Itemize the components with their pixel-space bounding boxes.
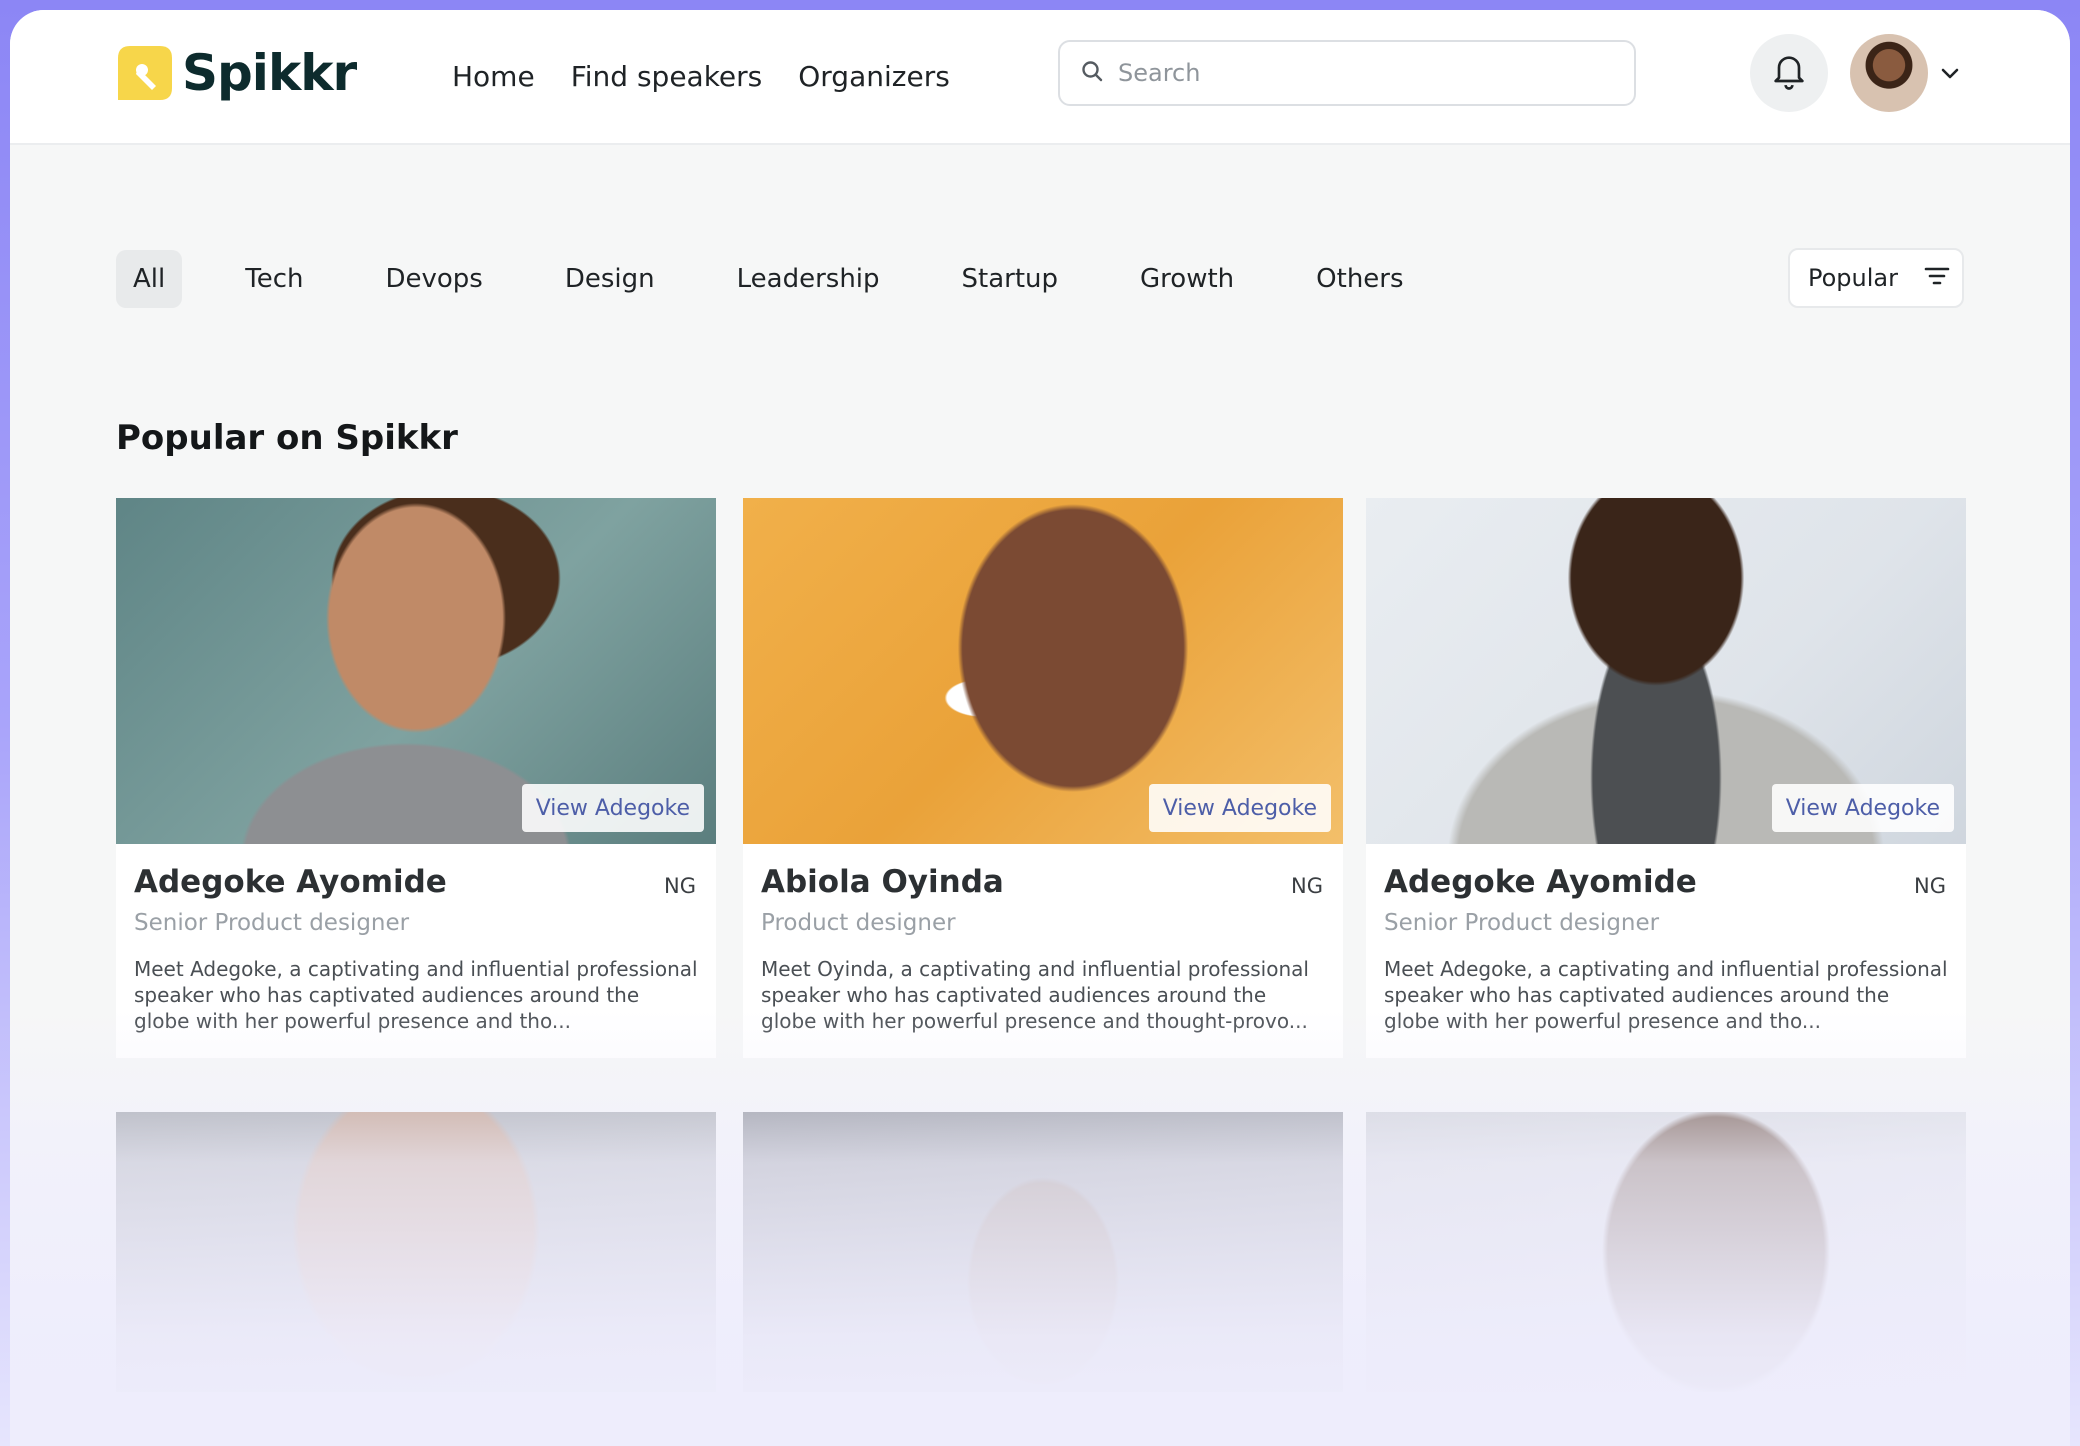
brand-name: Spikkr [182, 44, 357, 102]
brand-logo[interactable]: Spikkr [116, 44, 357, 102]
logo-mark-icon [116, 44, 174, 102]
chevron-down-icon[interactable] [1940, 66, 1960, 85]
speaker-photo: View Adegoke [743, 498, 1343, 844]
speaker-bio: Meet Oyinda, a captivating and influenti… [761, 957, 1309, 1033]
top-header: Spikkr Home Find speakers Organizers [10, 10, 2070, 145]
speaker-card[interactable]: View Adegoke Abiola Oyinda NG Product de… [743, 498, 1343, 1058]
view-speaker-button[interactable]: View Adegoke [1771, 784, 1954, 832]
speaker-name: Adegoke Ayomide [1384, 864, 1697, 900]
filter-design[interactable]: Design [548, 250, 672, 308]
filter-all[interactable]: All [116, 250, 183, 308]
speaker-card[interactable]: View Adegoke Adegoke Ayomide NG Senior P… [116, 498, 716, 1058]
speaker-name: Abiola Oyinda [761, 864, 1004, 900]
speaker-bio: Meet Adegoke, a captivating and influent… [1384, 957, 1948, 1033]
filter-startup[interactable]: Startup [945, 250, 1076, 308]
speaker-photo: View Adegoke [116, 498, 716, 844]
speaker-country: NG [664, 874, 696, 898]
search-box[interactable] [1058, 40, 1636, 106]
category-filters: All Tech Devops Design Leadership Startu… [116, 250, 1469, 308]
speaker-card[interactable] [1366, 1112, 1966, 1392]
nav-home[interactable]: Home [452, 60, 535, 93]
filter-tech[interactable]: Tech [228, 250, 320, 308]
speaker-info: Adegoke Ayomide NG Senior Product design… [116, 844, 716, 1058]
nav-find-speakers[interactable]: Find speakers [571, 60, 763, 93]
speaker-role: Product designer [761, 910, 956, 936]
section-title: Popular on Spikkr [116, 418, 458, 458]
filter-growth[interactable]: Growth [1123, 250, 1251, 308]
speaker-role: Senior Product designer [134, 910, 410, 936]
nav-organizers[interactable]: Organizers [798, 60, 950, 93]
filter-leadership[interactable]: Leadership [720, 250, 897, 308]
speaker-card[interactable] [743, 1112, 1343, 1392]
speaker-country: NG [1291, 874, 1323, 898]
speaker-card[interactable] [116, 1112, 716, 1392]
sort-dropdown[interactable]: Popular [1788, 248, 1964, 308]
main-nav: Home Find speakers Organizers [452, 60, 950, 93]
speaker-country: NG [1914, 874, 1946, 898]
filter-others[interactable]: Others [1299, 250, 1420, 308]
filter-devops[interactable]: Devops [368, 250, 499, 308]
speaker-role: Senior Product designer [1384, 910, 1660, 936]
speaker-name: Adegoke Ayomide [134, 864, 447, 900]
speaker-info: Adegoke Ayomide NG Senior Product design… [1366, 844, 1966, 1058]
app-window: Spikkr Home Find speakers Organizers Sea… [10, 10, 2070, 1446]
speaker-card[interactable]: View Adegoke Adegoke Ayomide NG Senior P… [1366, 498, 1966, 1058]
user-avatar[interactable] [1850, 34, 1928, 112]
filter-icon [1924, 266, 1950, 290]
speaker-info: Abiola Oyinda NG Product designer Meet O… [743, 844, 1343, 1058]
speaker-bio: Meet Adegoke, a captivating and influent… [134, 957, 698, 1033]
view-speaker-button[interactable]: View Adegoke [1148, 784, 1331, 832]
speaker-photo: View Adegoke [1366, 498, 1966, 844]
notifications-button[interactable] [1750, 34, 1828, 112]
search-icon [1080, 59, 1104, 87]
sort-label: Popular [1808, 264, 1898, 292]
bell-icon [1769, 51, 1809, 95]
search-input[interactable] [1118, 59, 1598, 87]
view-speaker-button[interactable]: View Adegoke [521, 784, 704, 832]
